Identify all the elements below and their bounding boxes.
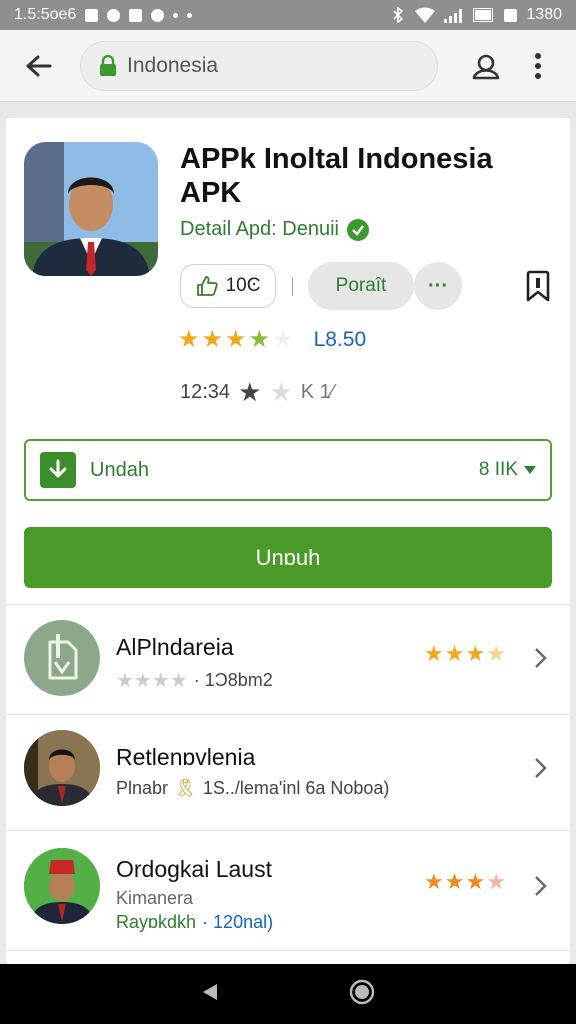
list-item-icon: [24, 848, 100, 924]
sync-icon: [107, 8, 121, 22]
kebab-menu-icon: [535, 52, 541, 79]
star-icon: ★: [238, 377, 262, 407]
list-item-subtitle: Kimanera: [116, 888, 194, 908]
rating-stars: ★ ★ ★ ★ ★: [178, 328, 294, 352]
developer-row[interactable]: Detail Apd: Denuii: [180, 218, 369, 241]
nav-back-button[interactable]: [201, 982, 219, 1007]
list-item-meta: Rayɒkdkh · 120nal): [116, 912, 274, 932]
wifi-icon: [415, 7, 436, 23]
bluetooth-icon: [393, 7, 404, 23]
account-icon: [472, 54, 500, 79]
rating-stars: ★ ★ ★ ★: [424, 869, 506, 894]
signal-icon: [444, 9, 463, 23]
star-icon: ★: [225, 326, 247, 353]
avatar-portrait: [24, 848, 100, 924]
status-clock: 1380: [526, 6, 562, 23]
download-button[interactable]: Unɒuh: [24, 527, 552, 588]
app-title: APPk Inoltal Indonesia APK: [180, 143, 493, 209]
meta-suffix: K 1⁄: [300, 380, 335, 403]
secure-lock-icon: [100, 54, 116, 76]
action-row: 10Ͼ Poraît ···: [180, 262, 556, 310]
empty-star-icon: ★: [272, 326, 294, 353]
status-time: 1.5:5oe6: [14, 6, 77, 23]
chevron-right-icon: [535, 648, 547, 668]
dot-icon: [173, 12, 179, 18]
bolt-icon: [151, 8, 165, 22]
list-item-title: Retlenɒvlenia: [116, 744, 256, 770]
app-file-icon: [48, 634, 78, 680]
select-value: 8 IIK: [479, 459, 536, 481]
bookmark-button[interactable]: [520, 268, 556, 304]
battery-saver-icon: [504, 8, 518, 22]
list-item-subtitle: Plnabr 🎗 1S../lema'inl 6a Noboa): [116, 778, 390, 798]
star-icon: ★: [178, 326, 200, 353]
tag-icon: 🎗: [174, 778, 197, 798]
list-item-title: Ordogkai Laust: [116, 856, 272, 882]
app-detail-card: APPk Inoltal Indonesia APK Detail Apd: D…: [6, 118, 570, 964]
divider: [6, 950, 570, 951]
notification-icon: [85, 8, 99, 22]
chevron-right-icon: [535, 876, 547, 896]
meta-row: 12:34 ★ ★ K 1⁄: [180, 377, 335, 407]
star-icon: ★: [201, 326, 224, 353]
chevron-down-icon: [524, 466, 536, 474]
more-options-button[interactable]: ···: [414, 262, 462, 310]
meta-time: 12:34: [180, 380, 231, 403]
bookmark-icon: [526, 270, 550, 302]
battery-icon: [473, 8, 494, 22]
half-star-icon: ★: [248, 326, 271, 353]
divider: [6, 604, 570, 605]
list-item-icon: [24, 620, 100, 696]
url-text: Indonesia: [127, 53, 219, 77]
status-bar: 1.5:5oe6 1380: [0, 0, 576, 30]
rating-stars: ★★★★: [116, 670, 188, 692]
secondary-action-button[interactable]: Poraît: [308, 262, 414, 310]
divider: [292, 278, 293, 296]
account-button[interactable]: [462, 42, 510, 90]
lock-icon: [129, 8, 143, 22]
divider: [6, 830, 570, 831]
overflow-menu-button[interactable]: [514, 42, 562, 90]
dot-icon: [187, 12, 193, 18]
empty-star-icon: ★: [269, 377, 293, 407]
developer-name: Detail Apd: Denuii: [180, 218, 339, 240]
nav-home-button[interactable]: [349, 979, 375, 1010]
list-item[interactable]: Retlenɒvlenia Plnabr 🎗 1S../lema'inl 6a …: [6, 716, 570, 828]
chevron-right-icon: [535, 758, 547, 778]
system-navigation-bar: [0, 964, 576, 1024]
list-item-title: AlPlndareia: [116, 634, 234, 660]
rating-row: ★ ★ ★ ★ ★ L8.50: [178, 328, 366, 352]
list-item-subtitle: ★★★★ · 1Ͻ8bm2: [116, 670, 273, 692]
browser-toolbar: Indonesia: [0, 30, 576, 102]
verified-check-icon: [346, 218, 369, 241]
rating-stars: ★ ★ ★ ★: [424, 641, 506, 666]
back-triangle-icon: [203, 983, 217, 1000]
like-count: 10Ͼ: [225, 275, 261, 296]
avatar-portrait: [24, 730, 100, 806]
list-item[interactable]: AlPlndareia ★★★★ · 1Ͻ8bm2 ★ ★ ★ ★: [6, 606, 570, 718]
home-circle-icon: [349, 979, 375, 1004]
download-option-select[interactable]: Undah 8 IIK: [24, 439, 552, 501]
back-button[interactable]: [14, 42, 62, 90]
thumbs-up-icon: [196, 276, 218, 296]
list-item[interactable]: Ordogkai Laust Kimanera Rayɒkdkh · 120na…: [6, 832, 570, 948]
app-portrait-image: [24, 142, 158, 276]
download-icon: [40, 452, 76, 488]
rating-value: L8.50: [313, 328, 367, 351]
list-item-icon: [24, 730, 100, 806]
url-bar[interactable]: Indonesia: [80, 40, 438, 91]
app-icon: [24, 142, 158, 276]
back-arrow-icon: [26, 55, 52, 76]
divider: [6, 714, 570, 715]
select-label: Undah: [90, 458, 149, 481]
like-button[interactable]: 10Ͼ: [180, 264, 276, 308]
